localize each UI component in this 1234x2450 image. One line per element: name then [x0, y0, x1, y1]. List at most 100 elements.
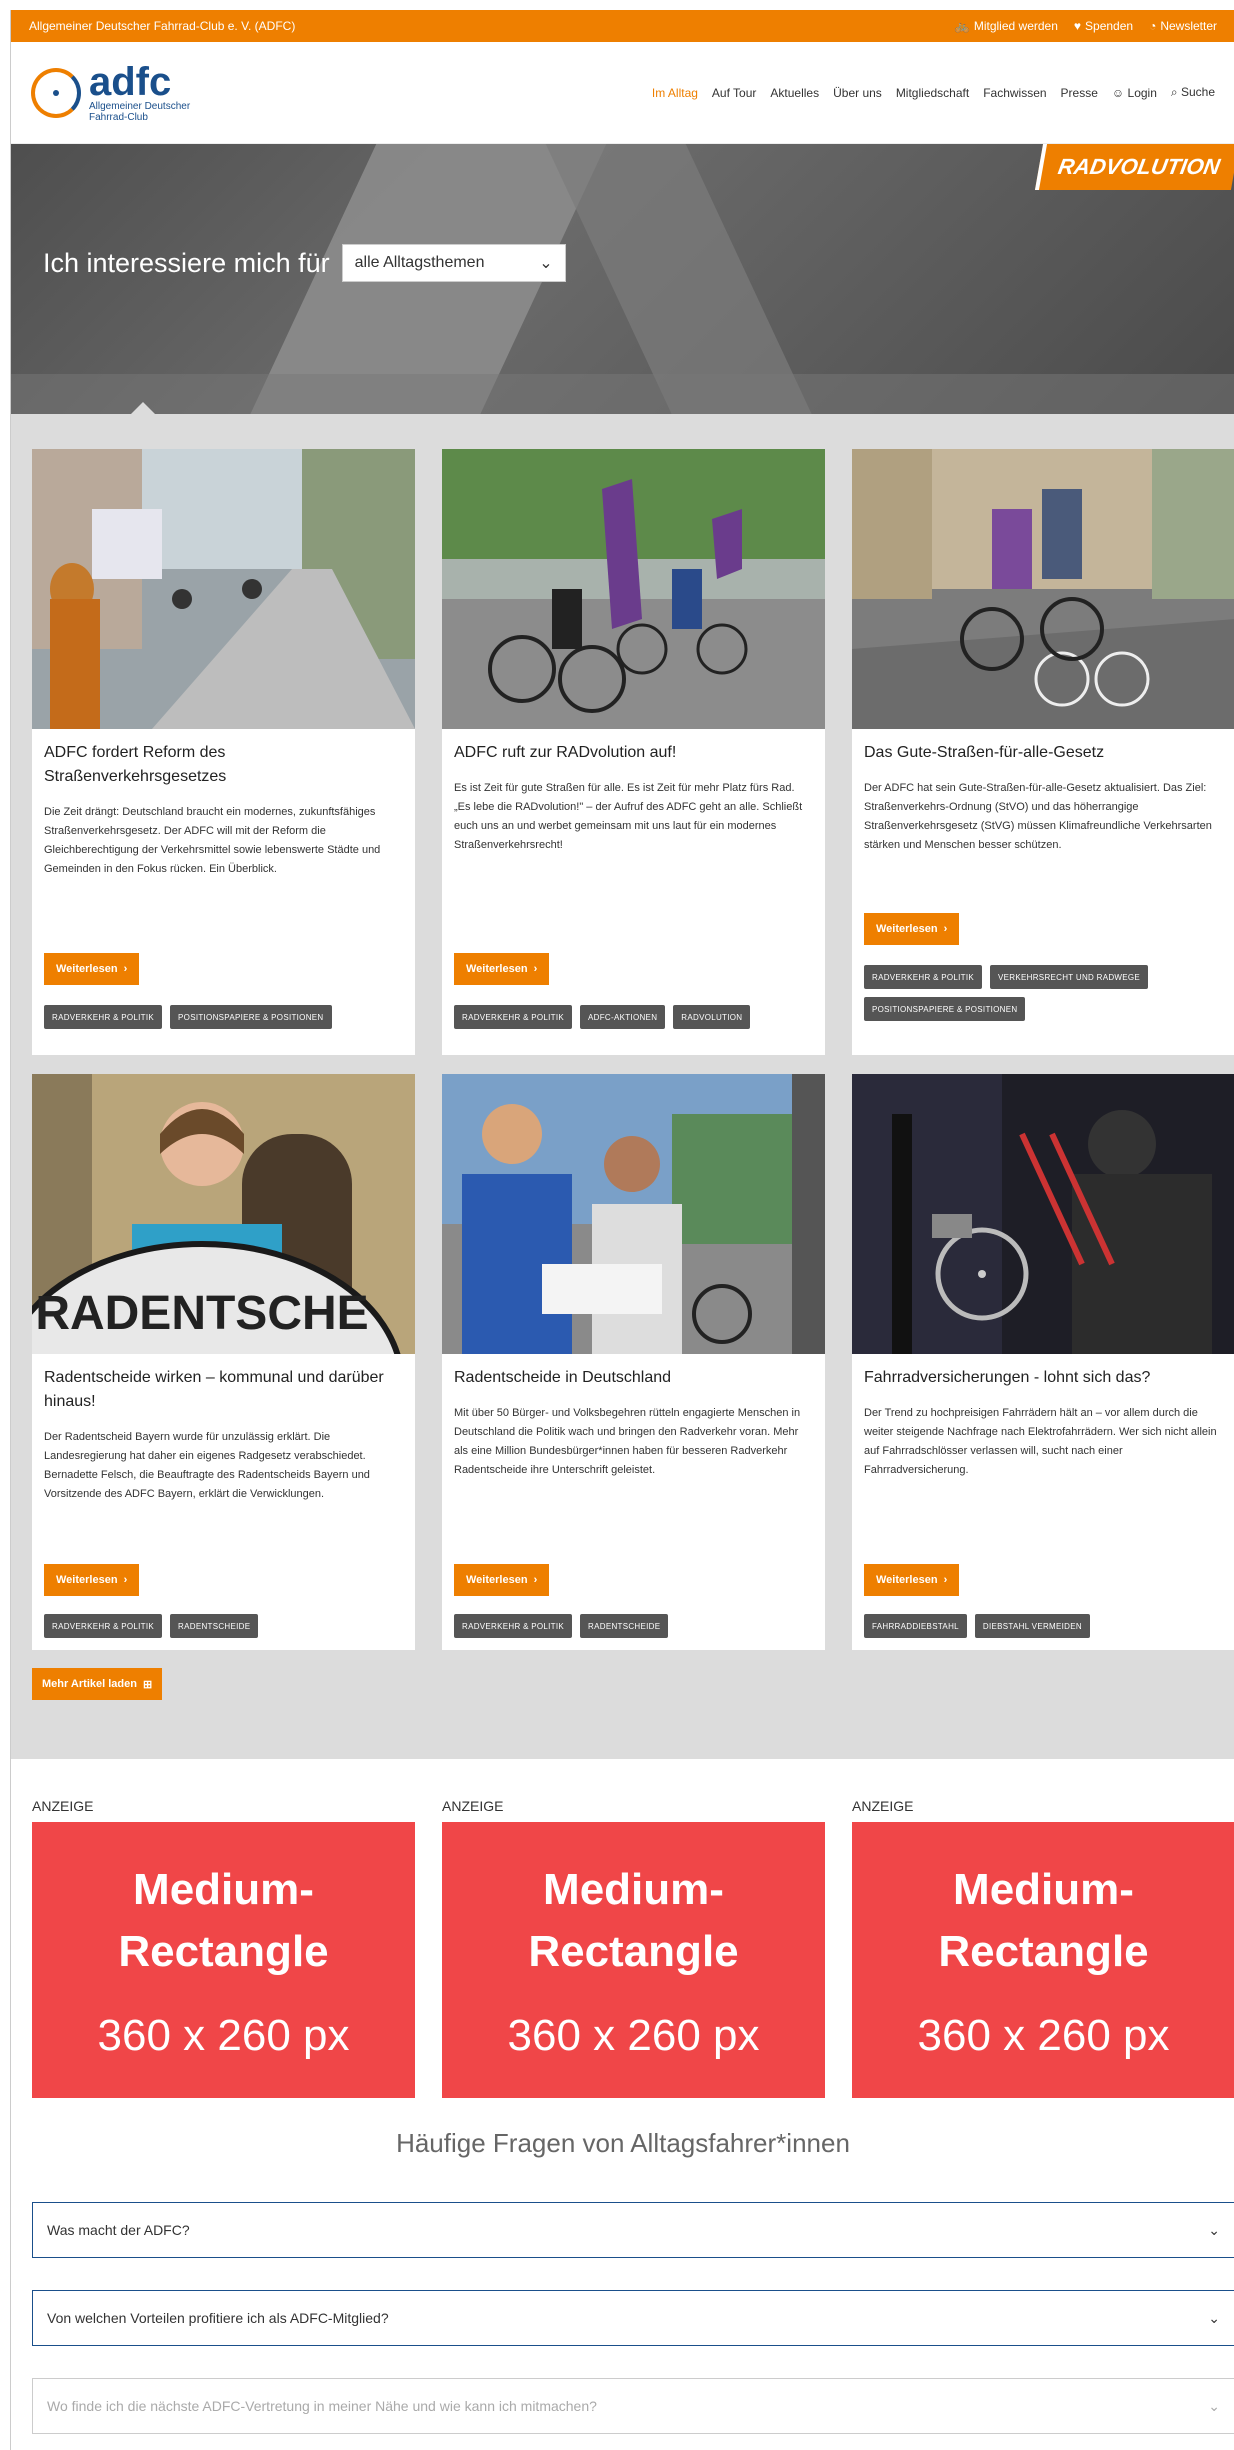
read-more-button[interactable]: Weiterlesen ›	[44, 953, 140, 985]
article-title[interactable]: ADFC fordert Reform des Straßenverkehrsg…	[44, 741, 403, 789]
article-card[interactable]: RADENTSCHE Radentscheide wirken – kommun…	[32, 1074, 415, 1650]
tag[interactable]: FAHRRADDIEBSTAHL	[864, 1614, 967, 1638]
faq-item[interactable]: Von welchen Vorteilen profitiere ich als…	[32, 2290, 1234, 2346]
tag[interactable]: RADVERKEHR & POLITIK	[454, 1005, 573, 1029]
ad-box[interactable]: Medium-Rectangle 360 x 260 px	[442, 1822, 825, 2098]
tag[interactable]: POSITIONSPAPIERE & POSITIONEN	[170, 1005, 332, 1029]
newsletter-link[interactable]: ◔ Newsletter	[1149, 19, 1217, 33]
article-card[interactable]: Fahrradversicherungen - lohnt sich das? …	[852, 1074, 1234, 1650]
nav-search[interactable]: ⌕ Suche	[1171, 85, 1215, 100]
tag[interactable]: RADVERKEHR & POLITIK	[44, 1614, 163, 1638]
svg-text:RADENTSCHE: RADENTSCHE	[35, 1287, 368, 1340]
article-title[interactable]: ADFC ruft zur RADvolution auf!	[454, 741, 813, 765]
article-teaser: Der ADFC hat sein Gute-Straßen-für-alle-…	[864, 782, 1212, 851]
read-more-button[interactable]: Weiterlesen ›	[864, 1564, 960, 1596]
tag[interactable]: DIEBSTAHL VERMEIDEN	[974, 1614, 1090, 1638]
article-card[interactable]: Das Gute-Straßen-für-alle-Gesetz Der ADF…	[852, 449, 1234, 1055]
article-title[interactable]: Das Gute-Straßen-für-alle-Gesetz	[864, 741, 1223, 765]
ad-size: 360 x 260 px	[917, 2011, 1170, 2060]
article-image[interactable]: RADENTSCHE	[32, 1074, 415, 1354]
article-image[interactable]	[852, 1074, 1234, 1354]
main-nav: Im Alltag Auf Tour Aktuelles Über uns Mi…	[652, 85, 1215, 100]
logo-mark-icon	[31, 67, 81, 118]
read-more-button[interactable]: Weiterlesen ›	[454, 953, 550, 985]
tag[interactable]: RADVERKEHR & POLITIK	[864, 965, 983, 989]
tag[interactable]: RADVOLUTION	[673, 1005, 751, 1029]
article-body: Das Gute-Straßen-für-alle-Gesetz Der ADF…	[852, 729, 1234, 867]
hero-notch	[131, 402, 155, 414]
road-marking	[11, 374, 1234, 414]
ad-box[interactable]: Medium-Rectangle 360 x 260 px	[32, 1822, 415, 2098]
top-bar-links: 🚲 Mitglied werden ♥ Spenden ◔ Newsletter	[955, 19, 1217, 33]
ad-label: ANZEIGE	[442, 1798, 504, 1814]
nav-ueber-uns[interactable]: Über uns	[833, 86, 882, 100]
tag[interactable]: VERKEHRSRECHT UND RADWEGE	[990, 965, 1149, 989]
faq-item[interactable]: Wo finde ich die nächste ADFC-Vertretung…	[32, 2378, 1234, 2434]
bike-lane-image	[852, 449, 1234, 729]
ad-slot: ANZEIGE Medium-Rectangle 360 x 260 px	[32, 1798, 415, 2098]
nav-presse[interactable]: Presse	[1061, 86, 1098, 100]
article-title[interactable]: Radentscheide wirken – kommunal und darü…	[44, 1366, 403, 1414]
article-card[interactable]: ADFC ruft zur RADvolution auf! Es ist Ze…	[442, 449, 825, 1055]
article-image[interactable]	[32, 449, 415, 729]
logo-sub-2: Fahrrad-Club	[89, 111, 148, 123]
tag[interactable]: RADENTSCHEIDE	[580, 1614, 669, 1638]
tag-list: FAHRRADDIEBSTAHL DIEBSTAHL VERMEIDEN	[864, 1614, 1224, 1638]
two-people-image	[442, 1074, 825, 1354]
article-teaser: Der Trend zu hochpreisigen Fahrrädern hä…	[864, 1407, 1217, 1476]
tag[interactable]: RADVERKEHR & POLITIK	[454, 1614, 573, 1638]
become-member-link[interactable]: 🚲 Mitglied werden	[955, 19, 1058, 33]
donate-link[interactable]: ♥ Spenden	[1074, 19, 1133, 33]
logo-text: adfc Allgemeiner Deutscher Fahrrad-Club	[89, 59, 191, 123]
article-image[interactable]	[442, 1074, 825, 1354]
nav-login[interactable]: ☺ Login	[1112, 86, 1157, 100]
article-teaser: Der Radentscheid Bayern wurde für unzulä…	[44, 1431, 370, 1500]
heart-icon: ♥	[1073, 19, 1082, 33]
street-cyclists-image	[32, 449, 415, 729]
nav-aktuelles[interactable]: Aktuelles	[770, 86, 819, 100]
tag[interactable]: RADENTSCHEIDE	[170, 1614, 259, 1638]
nav-im-alltag[interactable]: Im Alltag	[652, 86, 698, 100]
adfc-logo[interactable]: adfc Allgemeiner Deutscher Fahrrad-Club	[31, 59, 191, 123]
chevron-right-icon: ›	[123, 1574, 128, 1586]
tag[interactable]: RADVERKEHR & POLITIK	[44, 1005, 163, 1029]
ad-box[interactable]: Medium-Rectangle 360 x 260 px	[852, 1822, 1234, 2098]
article-title[interactable]: Fahrradversicherungen - lohnt sich das?	[864, 1366, 1223, 1390]
article-title[interactable]: Radentscheide in Deutschland	[454, 1366, 813, 1390]
nav-mitgliedschaft[interactable]: Mitgliedschaft	[896, 86, 969, 100]
chevron-right-icon: ›	[123, 963, 128, 975]
topic-select[interactable]: alle Alltagsthemen ⌄	[341, 244, 566, 282]
org-name[interactable]: Allgemeiner Deutscher Fahrrad-Club e. V.…	[29, 19, 295, 33]
logo-word: adfc	[89, 59, 172, 104]
tag[interactable]: ADFC-AKTIONEN	[580, 1005, 666, 1029]
chevron-down-icon: ⌄	[1208, 2397, 1220, 2414]
search-label: Suche	[1180, 85, 1215, 99]
load-more-button[interactable]: Mehr Artikel laden ⊞	[32, 1668, 163, 1700]
donate-label: Spenden	[1085, 19, 1134, 33]
browser-page: Allgemeiner Deutscher Fahrrad-Club e. V.…	[10, 10, 1234, 2450]
article-body: Fahrradversicherungen - lohnt sich das? …	[852, 1354, 1234, 1492]
article-card[interactable]: ADFC fordert Reform des Straßenverkehrsg…	[32, 449, 415, 1055]
radvolution-badge[interactable]: RADVOLUTION	[1034, 144, 1234, 190]
faq-item[interactable]: Was macht der ADFC? ⌄	[32, 2202, 1234, 2258]
chevron-down-icon: ⌄	[539, 255, 553, 272]
tag-list: RADVERKEHR & POLITIK POSITIONSPAPIERE & …	[44, 1005, 404, 1029]
nav-auf-tour[interactable]: Auf Tour	[712, 86, 756, 100]
ad-label: ANZEIGE	[32, 1798, 94, 1814]
chevron-down-icon: ⌄	[1208, 2309, 1220, 2326]
tag[interactable]: POSITIONSPAPIERE & POSITIONEN	[864, 997, 1026, 1021]
faq-question: Was macht der ADFC?	[47, 2222, 190, 2238]
read-more-label: Weiterlesen	[876, 923, 938, 935]
article-image[interactable]	[442, 449, 825, 729]
tag-list: RADVERKEHR & POLITIK ADFC-AKTIONEN RADVO…	[454, 1005, 814, 1029]
logo-sub-1: Allgemeiner Deutscher	[89, 100, 191, 112]
read-more-button[interactable]: Weiterlesen ›	[44, 1564, 140, 1596]
nav-fachwissen[interactable]: Fachwissen	[983, 86, 1046, 100]
ad-title: Medium-Rectangle	[528, 1865, 739, 1976]
login-label: Login	[1127, 85, 1157, 100]
read-more-button[interactable]: Weiterlesen ›	[864, 913, 960, 945]
article-image[interactable]	[852, 449, 1234, 729]
article-card[interactable]: Radentscheide in Deutschland Mit über 50…	[442, 1074, 825, 1650]
read-more-button[interactable]: Weiterlesen ›	[454, 1564, 550, 1596]
article-grid: ADFC fordert Reform des Straßenverkehrsg…	[11, 414, 1234, 1759]
